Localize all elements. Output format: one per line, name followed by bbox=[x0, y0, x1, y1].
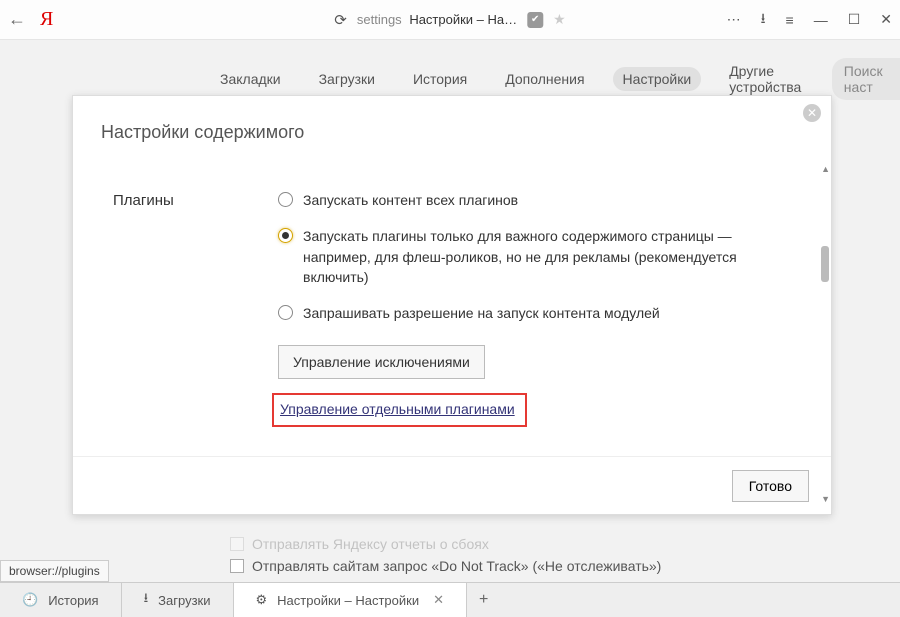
url-prefix: settings bbox=[357, 12, 402, 27]
tabstrip-downloads[interactable]: ⭳ Загрузки bbox=[122, 583, 234, 617]
back-button[interactable]: ← bbox=[8, 9, 26, 30]
tab-close-icon[interactable]: ✕ bbox=[433, 592, 444, 608]
bg-row-label: Отправлять Яндексу отчеты о сбоях bbox=[252, 536, 489, 552]
plugins-link-row: Управление отдельными плагинами bbox=[278, 393, 779, 427]
modal-close-icon[interactable]: ✕ bbox=[803, 104, 821, 122]
checkbox-icon[interactable] bbox=[230, 537, 244, 551]
scroll-thumb[interactable] bbox=[821, 246, 829, 282]
radio-ask[interactable]: Запрашивать разрешение на запуск контент… bbox=[278, 303, 779, 323]
done-button[interactable]: Готово bbox=[732, 470, 809, 502]
section-content: Запускать контент всех плагинов Запускат… bbox=[278, 190, 779, 427]
radio-icon[interactable] bbox=[278, 192, 293, 207]
bg-row-dnt[interactable]: Отправлять сайтам запрос «Do Not Track» … bbox=[230, 558, 661, 574]
downloads-icon[interactable]: ⭳ bbox=[761, 8, 766, 32]
menu-icon[interactable]: ≡ bbox=[786, 12, 794, 28]
radio-label: Запускать контент всех плагинов bbox=[303, 190, 518, 210]
tab-extensions[interactable]: Дополнения bbox=[495, 67, 594, 91]
modal-scrollbar[interactable]: ▲ ▼ bbox=[823, 166, 829, 506]
radio-icon[interactable] bbox=[278, 228, 293, 243]
checkbox-icon[interactable] bbox=[230, 559, 244, 573]
modal-footer: Готово bbox=[73, 456, 831, 514]
radio-important-only[interactable]: Запускать плагины только для важного сод… bbox=[278, 226, 779, 287]
window-close-icon[interactable]: ✕ bbox=[880, 11, 892, 28]
modal-body: Плагины Запускать контент всех плагинов … bbox=[73, 166, 819, 444]
tabstrip-settings[interactable]: ⚙ Настройки – Настройки ✕ bbox=[234, 583, 468, 617]
section-label: Плагины bbox=[113, 190, 278, 427]
tab-downloads[interactable]: Загрузки bbox=[309, 67, 385, 91]
settings-search[interactable]: Поиск наст bbox=[832, 58, 900, 100]
download-icon: ⭳ bbox=[144, 589, 149, 611]
tab-label: Настройки – Настройки bbox=[277, 593, 419, 608]
radio-label: Запускать плагины только для важного сод… bbox=[303, 226, 779, 287]
clock-icon: 🕘 bbox=[22, 592, 38, 608]
reload-icon[interactable]: ⟳ bbox=[334, 11, 347, 29]
window-maximize-icon[interactable]: ☐ bbox=[848, 11, 861, 28]
page-title: Настройки – На… bbox=[409, 12, 517, 27]
tab-other-devices[interactable]: Другие устройства bbox=[719, 59, 814, 99]
titlebar-left: ← Я bbox=[8, 8, 53, 31]
gear-icon: ⚙ bbox=[256, 592, 268, 608]
background-options: Отправлять Яндексу отчеты о сбоях Отправ… bbox=[230, 530, 661, 574]
tab-label: Загрузки bbox=[158, 593, 210, 608]
radio-icon[interactable] bbox=[278, 305, 293, 320]
titlebar-right: ⋯ ⭳ ≡ — ☐ ✕ bbox=[727, 8, 892, 32]
window-minimize-icon[interactable]: — bbox=[814, 12, 828, 28]
more-icon[interactable]: ⋯ bbox=[727, 11, 741, 28]
tab-label: История bbox=[48, 593, 98, 608]
scroll-up-icon[interactable]: ▲ bbox=[821, 164, 830, 174]
highlight-annotation: Управление отдельными плагинами bbox=[272, 393, 527, 427]
settings-tabs: Закладки Загрузки История Дополнения Нас… bbox=[0, 58, 900, 100]
yandex-logo[interactable]: Я bbox=[40, 8, 53, 31]
tab-history[interactable]: История bbox=[403, 67, 477, 91]
content-settings-modal: ✕ Настройки содержимого Плагины Запускат… bbox=[72, 95, 832, 515]
tabstrip: 🕘 История ⭳ Загрузки ⚙ Настройки – Настр… bbox=[0, 582, 900, 617]
new-tab-button[interactable]: + bbox=[467, 583, 500, 617]
manage-plugins-link[interactable]: Управление отдельными плагинами bbox=[280, 401, 515, 417]
bg-row-label: Отправлять сайтам запрос «Do Not Track» … bbox=[252, 558, 661, 574]
radio-run-all[interactable]: Запускать контент всех плагинов bbox=[278, 190, 779, 210]
bg-row-crash-reports[interactable]: Отправлять Яндексу отчеты о сбоях bbox=[230, 536, 661, 552]
status-url: browser://plugins bbox=[0, 560, 109, 582]
protect-icon[interactable]: ✔ bbox=[527, 12, 543, 28]
tab-settings[interactable]: Настройки bbox=[613, 67, 702, 91]
radio-label: Запрашивать разрешение на запуск контент… bbox=[303, 303, 660, 323]
manage-exceptions-button[interactable]: Управление исключениями bbox=[278, 345, 485, 379]
titlebar: ← Я ⟳ settings Настройки – На… ✔ ★ ⋯ ⭳ ≡… bbox=[0, 0, 900, 40]
bookmark-star-icon[interactable]: ★ bbox=[553, 11, 566, 28]
tab-bookmarks[interactable]: Закладки bbox=[210, 67, 291, 91]
plugins-section: Плагины Запускать контент всех плагинов … bbox=[73, 166, 819, 427]
address-display[interactable]: ⟳ settings Настройки – На… ✔ ★ bbox=[334, 11, 565, 29]
modal-title: Настройки содержимого bbox=[73, 96, 831, 143]
tabstrip-history[interactable]: 🕘 История bbox=[0, 583, 122, 617]
